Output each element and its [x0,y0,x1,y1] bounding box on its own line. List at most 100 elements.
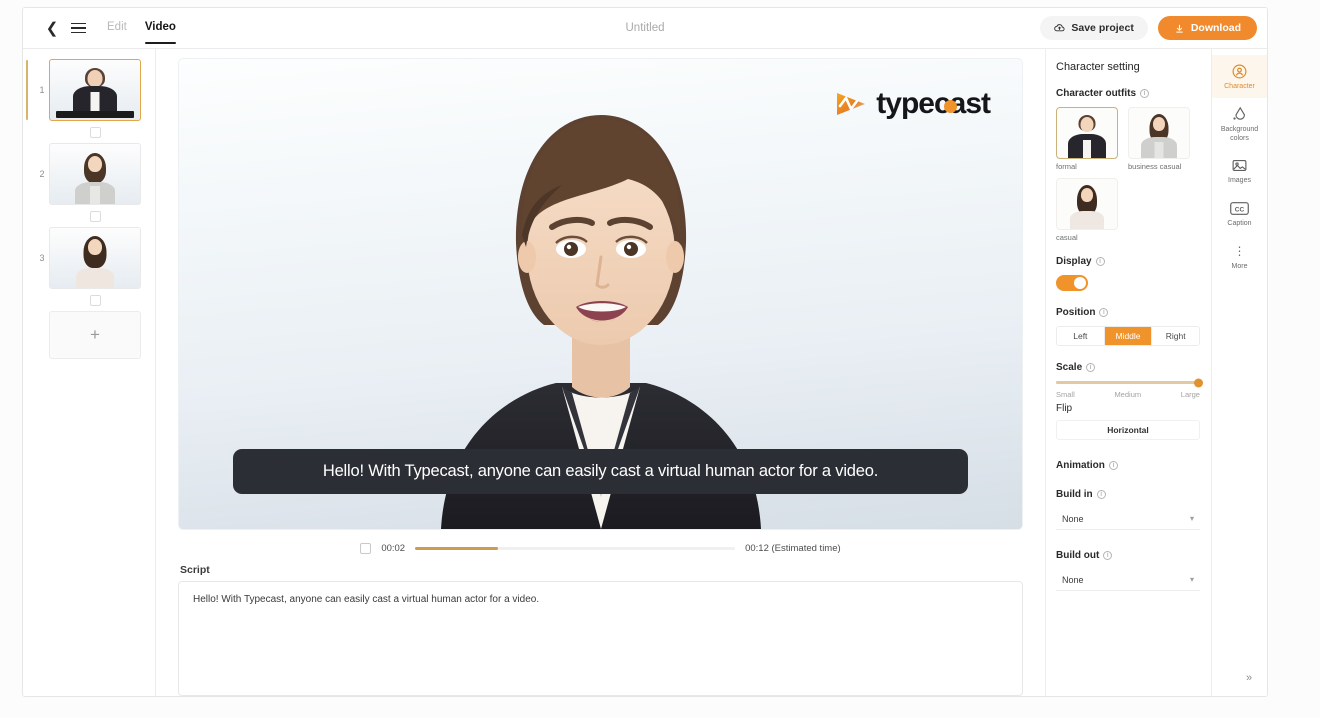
scene-transition-1[interactable] [49,121,141,143]
scale-label: Scale i [1056,362,1199,373]
outfit-thumbnail [1128,107,1190,159]
build-out-label-text: Build out [1056,550,1100,561]
collapse-panel-button[interactable]: » [1239,668,1259,688]
video-caption[interactable]: Hello! With Typecast, anyone can easily … [233,449,968,494]
progress-fill [415,546,499,550]
scene-figure [50,228,140,288]
progress-slider[interactable] [415,546,736,550]
info-icon[interactable]: i [1103,551,1113,560]
script-label: Script [180,564,210,576]
scale-slider-fill [1056,381,1200,384]
flip-label: Flip [1056,403,1199,414]
back-button[interactable]: ❮ [39,15,65,41]
build-in-value: None [1062,513,1084,524]
scale-tick-large: Large [1180,390,1200,399]
menu-button[interactable] [65,15,91,41]
add-scene-button[interactable]: + [49,311,141,359]
rail-item-label: Background colors [1220,125,1259,142]
scale-slider-wrap: Small Medium Large [1056,378,1203,399]
scale-tick-small: Small [1056,390,1075,399]
save-project-label: Save project [1071,22,1134,34]
display-label: Display i [1056,256,1199,267]
outfit-option-business-casual[interactable]: business casual [1128,107,1190,171]
scene-selected-indicator [26,60,28,120]
estimated-time: 00:12 (Estimated time) [745,542,841,554]
scene-number: 2 [39,169,45,179]
flip-horizontal-button[interactable]: Horizontal [1056,420,1200,440]
info-icon[interactable]: i [1086,363,1096,372]
scene-figure [50,60,140,120]
panel-title: Character setting [1056,61,1140,73]
closed-caption-icon: CC [1214,199,1265,217]
animation-label-text: Animation [1056,460,1105,471]
outfit-thumbnail [1056,178,1118,230]
outfit-figure [1057,108,1117,158]
script-input[interactable]: Hello! With Typecast, anyone can easily … [178,581,1023,696]
build-out-value: None [1062,574,1084,585]
transition-box-icon[interactable] [89,210,101,222]
transition-box-icon[interactable] [89,294,101,306]
save-project-button[interactable]: Save project [1040,16,1148,40]
scene-thumbnail[interactable] [49,227,141,289]
editor-body: 1 2 3 + typecast Hello! With Typecast, a… [23,49,1267,696]
scene-item-3[interactable]: 3 [23,227,155,289]
position-left-option[interactable]: Left [1057,327,1105,345]
animation-label: Animation i [1056,460,1199,471]
build-out-label: Build out i [1056,550,1199,561]
typecast-wordmark: typecast [876,87,991,121]
rail-item-label: Images [1228,177,1251,185]
info-icon[interactable]: i [1108,461,1118,470]
rail-item-caption[interactable]: CC Caption [1212,192,1267,235]
mode-tabs: Edit Video [107,21,177,44]
outfit-thumbnail [1056,107,1118,159]
scale-slider-knob[interactable] [1194,378,1203,387]
info-icon[interactable]: i [1096,490,1106,499]
playback-timeline: 00:02 00:12 (Estimated time) [178,530,1023,560]
rail-item-label: More [1231,262,1248,270]
display-toggle[interactable] [1056,275,1088,291]
tab-edit[interactable]: Edit [107,21,127,35]
rail-item-more[interactable]: ⋮ More [1212,235,1267,278]
stop-square-icon[interactable] [360,542,372,554]
build-out-select[interactable]: None ▾ [1056,569,1200,591]
rail-item-images[interactable]: Images [1212,149,1267,192]
build-in-label: Build in i [1056,489,1199,500]
info-icon[interactable]: i [1095,257,1105,266]
transition-box-icon[interactable] [89,126,101,138]
scene-item-2[interactable]: 2 [23,143,155,205]
image-icon [1214,156,1265,174]
rail-item-character[interactable]: Character [1212,55,1267,98]
preview-stage: typecast Hello! With Typecast, anyone ca… [156,49,1045,696]
typecast-wordmark-text: typecast [876,87,991,120]
position-middle-option[interactable]: Middle [1104,327,1153,345]
video-canvas[interactable]: typecast Hello! With Typecast, anyone ca… [178,58,1023,530]
plus-icon: + [90,325,100,344]
scene-item-1[interactable]: 1 [23,59,155,121]
build-in-select[interactable]: None ▾ [1056,508,1200,530]
scene-transition-2[interactable] [49,205,141,227]
scale-slider[interactable] [1056,378,1203,387]
scale-tick-medium: Medium [1114,390,1142,399]
tab-video[interactable]: Video [144,21,177,44]
scene-thumbnail[interactable] [49,59,141,121]
scene-thumbnail[interactable] [49,143,141,205]
outfits-label: Character outfits i [1056,88,1199,99]
flip-label-text: Flip [1056,403,1073,414]
rail-item-background-colors[interactable]: Background colors [1212,98,1267,150]
chevron-down-icon: ▾ [1189,514,1194,523]
info-icon[interactable]: i [1140,89,1150,98]
download-button[interactable]: Download [1157,16,1257,40]
outfit-option-formal[interactable]: formal [1056,107,1118,171]
position-label-text: Position [1056,307,1096,318]
position-right-option[interactable]: Right [1152,327,1199,345]
info-icon[interactable]: i [1099,308,1109,317]
cloud-upload-icon [1054,23,1065,31]
scene-transition-3[interactable] [49,289,141,311]
outfit-option-casual[interactable]: casual [1056,178,1118,242]
outfit-figure [1129,108,1189,158]
scene-figure [50,144,140,204]
scene-indicator [26,144,28,204]
top-toolbar: ❮ Edit Video Untitled Save project Downl… [23,8,1267,49]
typecast-wave-mark [837,93,866,115]
outfit-name: formal [1056,162,1077,171]
